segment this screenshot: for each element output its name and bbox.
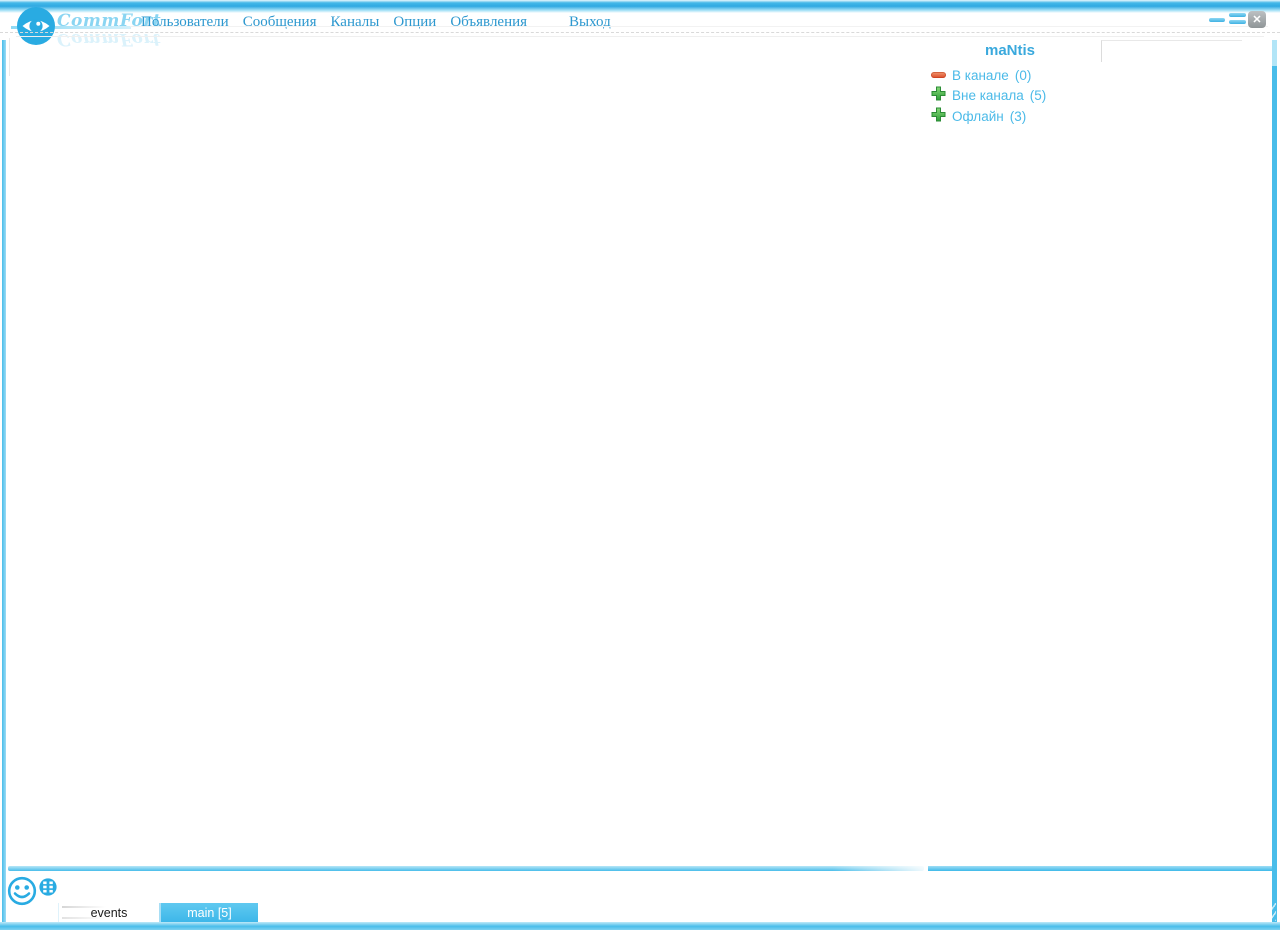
contact-group-in-channel[interactable]: В канале (0) [931, 66, 1031, 84]
header-separator-line-2 [16, 36, 1264, 37]
close-icon: ✕ [1252, 14, 1262, 26]
window-top-border [0, 0, 1280, 13]
window-right-border [1272, 40, 1277, 922]
left-inner-mark [9, 38, 10, 76]
message-input-area[interactable] [8, 872, 1270, 902]
tab-main[interactable]: main [5] [161, 903, 258, 922]
channel-name-title: maNtis [984, 42, 1036, 59]
group-label: Офлайн [952, 108, 1004, 124]
menu-item-exit[interactable]: Выход [569, 14, 611, 31]
plus-icon[interactable] [931, 86, 946, 104]
header-dashed-line [0, 32, 1280, 33]
close-button[interactable]: ✕ [1248, 11, 1266, 28]
window-left-border [2, 40, 6, 922]
group-count: (3) [1009, 108, 1027, 124]
minus-icon[interactable] [931, 72, 946, 78]
menu-item-announcements[interactable]: Объявления [450, 14, 527, 31]
tab-label: main [5] [187, 905, 232, 920]
group-label: В канале [952, 67, 1009, 83]
group-label: Вне канала [952, 87, 1024, 103]
maximize-button[interactable] [1229, 13, 1246, 24]
group-count: (5) [1029, 87, 1047, 103]
menu-bar: Пользователи Сообщения Каналы Опции Объя… [141, 14, 611, 31]
header-separator-line [130, 26, 1268, 27]
group-count: (0) [1014, 67, 1032, 83]
tab-label: events [90, 905, 128, 920]
menu-item-messages[interactable]: Сообщения [243, 14, 317, 31]
tab-events[interactable]: events [58, 903, 161, 922]
right-border-highlight [1272, 40, 1277, 66]
contact-group-out-of-channel[interactable]: Вне канала (5) [931, 86, 1046, 104]
contact-group-offline[interactable]: Офлайн (3) [931, 107, 1026, 125]
plus-icon[interactable] [931, 107, 946, 125]
resize-grip[interactable] [1263, 903, 1276, 921]
chat-display-area [8, 40, 924, 864]
eye-icon [16, 6, 56, 46]
film-icon[interactable] [39, 878, 57, 896]
menu-item-options[interactable]: Опции [393, 14, 436, 31]
contacts-splitter[interactable] [928, 866, 1272, 871]
commfort-window: CommFort CommFort Пользователи Сообщения… [0, 0, 1280, 930]
menu-item-channels[interactable]: Каналы [331, 14, 380, 31]
contact-search-box[interactable] [1101, 40, 1242, 62]
minimize-button[interactable] [1209, 18, 1225, 22]
chat-input-splitter[interactable] [8, 866, 924, 871]
smiley-icon[interactable] [7, 876, 37, 906]
window-bottom-border [0, 922, 1280, 930]
menu-item-users[interactable]: Пользователи [141, 14, 229, 31]
